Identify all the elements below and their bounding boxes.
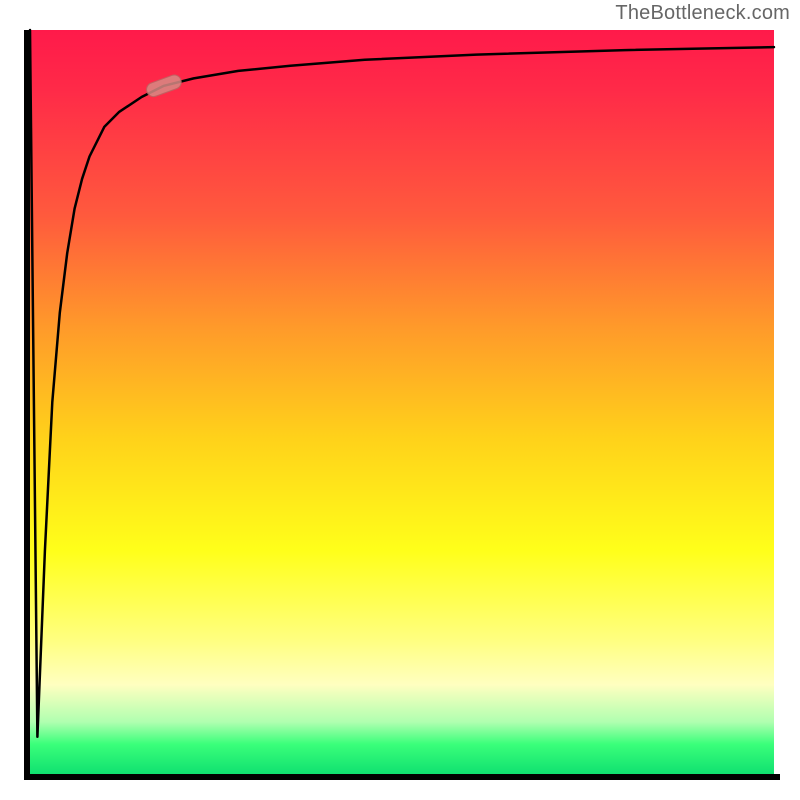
curve-line (30, 30, 774, 737)
curve-marker (145, 73, 184, 98)
chart-container: TheBottleneck.com (0, 0, 800, 800)
curve-layer (30, 30, 774, 774)
attribution-text: TheBottleneck.com (615, 2, 790, 25)
x-axis (24, 774, 780, 780)
